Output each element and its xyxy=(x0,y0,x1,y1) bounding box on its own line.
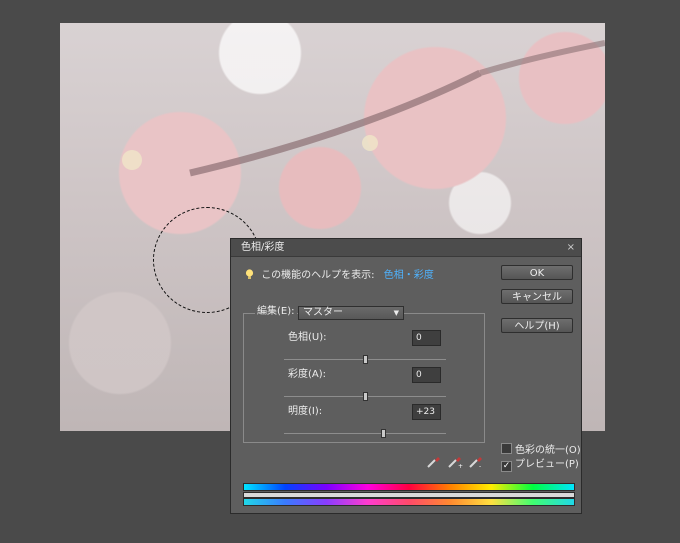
lightbulb-icon xyxy=(245,269,254,279)
colorize-option[interactable]: 色彩の統一(O) xyxy=(501,443,581,457)
help-button[interactable]: ヘルプ(H) xyxy=(501,318,573,333)
colorize-label: 色彩の統一(O) xyxy=(515,445,581,456)
hue-saturation-dialog: 色相/彩度 × この機能のヘルプを表示: 色相・彩度 OK キャンセル ヘルプ(… xyxy=(230,238,582,514)
help-prefix-text: この機能のヘルプを表示: xyxy=(261,270,375,281)
eyedropper-minus-icon[interactable]: - xyxy=(468,453,484,469)
hue-label: 色相(U): xyxy=(288,332,327,343)
saturation-label: 彩度(A): xyxy=(288,369,327,380)
hue-input[interactable]: 0 xyxy=(412,330,441,346)
dialog-title: 色相/彩度 xyxy=(241,242,285,253)
saturation-slider-thumb[interactable] xyxy=(362,392,368,401)
lightness-slider-thumb[interactable] xyxy=(381,429,387,438)
eyedropper-plus-icon[interactable]: + xyxy=(447,453,463,469)
hue-spectrum-bar-top xyxy=(243,483,575,491)
lightness-input[interactable]: +23 xyxy=(412,404,441,420)
help-link[interactable]: 色相・彩度 xyxy=(384,270,434,281)
help-row: この機能のヘルプを表示: 色相・彩度 xyxy=(245,269,434,283)
adjustment-group xyxy=(243,313,485,443)
preview-option[interactable]: ✓ プレビュー(P) xyxy=(501,459,579,472)
edit-channel-select[interactable]: マスター ▼ xyxy=(298,306,404,320)
dialog-titlebar[interactable]: 色相/彩度 × xyxy=(231,239,581,257)
dropdown-arrow-icon: ▼ xyxy=(393,309,399,317)
hue-spectrum-bar-bottom xyxy=(243,498,575,506)
eyedropper-icon[interactable] xyxy=(426,453,442,469)
preview-label: プレビュー(P) xyxy=(515,459,579,470)
saturation-input[interactable]: 0 xyxy=(412,367,441,383)
lightness-label: 明度(I): xyxy=(288,406,323,417)
preview-checkbox[interactable]: ✓ xyxy=(501,461,512,472)
edit-channel-value: マスター xyxy=(303,307,343,318)
cancel-button[interactable]: キャンセル xyxy=(501,289,573,304)
edit-label: 編集(E): xyxy=(255,305,297,319)
colorize-checkbox[interactable] xyxy=(501,443,512,454)
svg-text:-: - xyxy=(479,463,481,469)
ok-button[interactable]: OK xyxy=(501,265,573,280)
lightness-slider-track[interactable] xyxy=(284,433,446,434)
hue-slider-thumb[interactable] xyxy=(362,355,368,364)
svg-text:+: + xyxy=(458,463,463,469)
close-icon[interactable]: × xyxy=(567,239,575,256)
